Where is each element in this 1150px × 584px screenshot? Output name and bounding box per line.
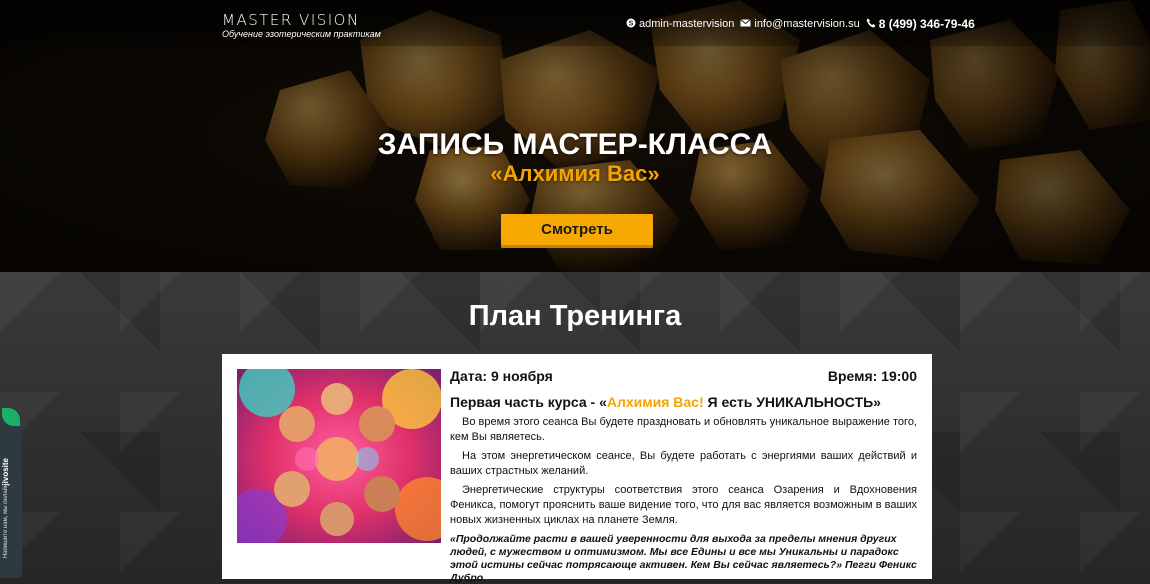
- phone-icon: [866, 17, 876, 31]
- meta-row: Дата: 9 ноября Время: 19:00: [450, 366, 917, 386]
- description-paragraph: На этом энергетическом сеансе, Вы будете…: [450, 450, 917, 477]
- logo-title: MASTER VISION: [222, 11, 360, 29]
- contacts: S admin-mastervision info@mastervision.s…: [626, 17, 981, 31]
- top-bar: MASTER VISION Обучение эзотерическим пра…: [0, 0, 1150, 46]
- watch-button[interactable]: Смотреть: [501, 214, 653, 248]
- course-prefix: Первая часть курса - «: [450, 394, 607, 410]
- svg-text:S: S: [629, 20, 634, 27]
- phone-contact[interactable]: 8 (499) 346-79-46: [866, 17, 975, 31]
- session-details: Дата: 9 ноября Время: 19:00 Первая часть…: [450, 366, 917, 584]
- logo-subtitle: Обучение эзотерическим практикам: [222, 29, 381, 39]
- children-colors-photo: [237, 369, 441, 543]
- session-card: Дата: 9 ноября Время: 19:00 Первая часть…: [222, 354, 932, 584]
- envelope-icon: [740, 18, 752, 30]
- session-time: Время: 19:00: [827, 368, 917, 384]
- hero-section: MASTER VISION Обучение эзотерическим пра…: [0, 0, 1150, 272]
- session-date: Дата: 9 ноября: [450, 368, 553, 384]
- training-plan-section: План Тренинга Дата: 9 ноября Время: 19:0…: [0, 272, 1150, 584]
- skype-contact[interactable]: S admin-mastervision: [626, 18, 734, 31]
- description-paragraph: Во время этого сеанса Вы будете празднов…: [450, 416, 917, 443]
- plan-title: План Тренинга: [468, 300, 682, 332]
- phone-label: 8 (499) 346-79-46: [878, 17, 975, 31]
- skype-icon: S: [626, 18, 636, 31]
- quote: «Продолжайте расти в вашей уверенности д…: [450, 533, 917, 584]
- description-paragraph: Энергетические структуры соответствия эт…: [450, 484, 917, 526]
- chat-widget-label: Напишите нам, мы онлайн!: [3, 482, 9, 559]
- course-title: Первая часть курса - «Алхимия Вас! Я ест…: [450, 393, 917, 411]
- hero-title: ЗАПИСЬ МАСТЕР-КЛАССА: [377, 128, 773, 161]
- chat-widget[interactable]: jivosite Напишите нам, мы онлайн!: [0, 408, 22, 578]
- hero-subtitle: «Алхимия Вас»: [490, 161, 660, 186]
- course-accent: Алхимия Вас!: [606, 394, 704, 410]
- course-suffix: Я есть УНИКАЛЬНОСТЬ»: [703, 394, 881, 410]
- email-label: info@mastervision.su: [754, 18, 860, 30]
- skype-label: admin-mastervision: [639, 18, 735, 30]
- email-contact[interactable]: info@mastervision.su: [740, 18, 860, 30]
- logo[interactable]: MASTER VISION Обучение эзотерическим пра…: [222, 12, 381, 39]
